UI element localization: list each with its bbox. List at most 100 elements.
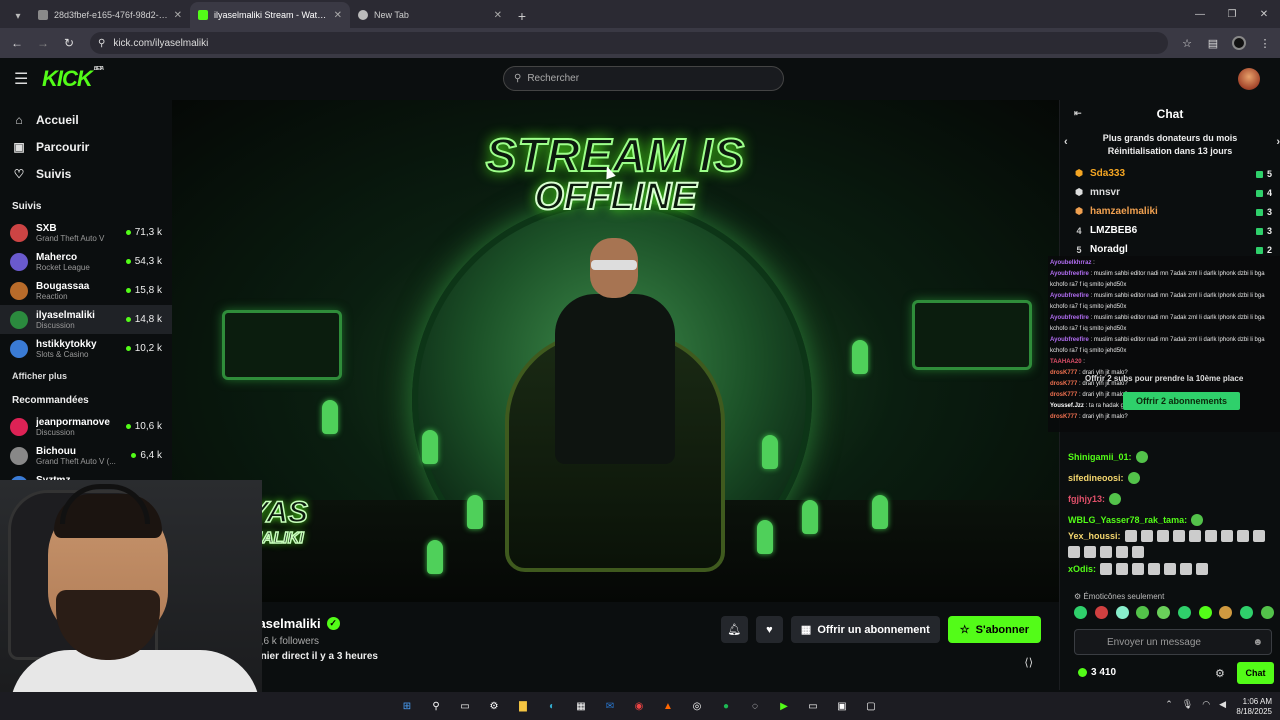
url-field[interactable]: ⚲ kick.com/ilyaselmaliki <box>90 32 1168 54</box>
nav-following[interactable]: ♡ Suivis <box>0 160 172 187</box>
kick-logo[interactable]: KICK BETA <box>42 66 104 92</box>
menu-dots-icon[interactable]: ⋮ <box>1256 34 1274 52</box>
emoji-picker-icon[interactable]: ☻ <box>1252 637 1263 648</box>
app-icon-a[interactable]: ▲ <box>659 697 677 715</box>
chat-username[interactable]: WBLG_Yasser78_rak_tama: <box>1068 515 1187 525</box>
search-icon[interactable]: ⚲ <box>427 697 445 715</box>
chat-username[interactable]: sifedineoosi: <box>1068 473 1124 483</box>
edge-icon[interactable]: ◐ <box>543 697 561 715</box>
channel-category: Discussion <box>36 427 75 437</box>
collapse-chat-icon[interactable]: ⇤ <box>1074 108 1082 119</box>
store-icon[interactable]: ▦ <box>572 697 590 715</box>
donor-row[interactable]: ⬢ hamzaelmaliki 3 <box>1060 202 1280 221</box>
app-icon-box[interactable]: ▭ <box>804 697 822 715</box>
search-input[interactable]: ⚲ Rechercher <box>503 66 784 91</box>
chat-username[interactable]: Shinigamii_01: <box>1068 452 1132 462</box>
donor-row[interactable]: 4 LMZBEB6 3 <box>1060 221 1280 240</box>
chevron-right-icon[interactable]: › <box>1276 136 1280 149</box>
emote-icon[interactable] <box>1074 606 1087 619</box>
emote-icon[interactable] <box>1240 606 1254 619</box>
user-avatar[interactable] <box>1238 68 1260 90</box>
notification-bell-button[interactable]: 🔔︎ <box>720 616 748 643</box>
close-window-icon[interactable]: ✕ <box>1248 0 1280 28</box>
sidebar-channel[interactable]: ilyaselmaliki Discussion 14,8 k <box>0 305 172 334</box>
chat-message[interactable]: sifedineoosi: <box>1068 467 1278 488</box>
browser-tab-1[interactable]: 28d3fbef-e165-476f-98d2-66ec ✕ <box>30 2 190 28</box>
chat-send-button[interactable]: Chat <box>1237 662 1274 684</box>
app-icon-play[interactable]: ▶ <box>775 697 793 715</box>
outlook-icon[interactable]: ✉ <box>601 697 619 715</box>
chat-message[interactable]: WBLG_Yasser78_rak_tama: <box>1068 509 1278 530</box>
chat-username[interactable]: fgjhjy13: <box>1068 494 1105 504</box>
chat-message[interactable]: xOdis: <box>1068 558 1278 579</box>
gift-subs-button[interactable]: Offrir 2 abonnements <box>1123 392 1240 410</box>
emote-icon[interactable] <box>1157 606 1171 619</box>
subscribe-button[interactable]: ☆ S'abonner <box>947 616 1041 643</box>
minimize-icon[interactable]: — <box>1184 0 1216 28</box>
wifi-icon[interactable]: ◠ <box>1202 699 1210 710</box>
share-icon[interactable]: ⟨⟩ <box>1024 656 1033 669</box>
maximize-icon[interactable]: ❐ <box>1216 0 1248 28</box>
spotify-icon[interactable]: ● <box>717 697 735 715</box>
emote-icon[interactable] <box>1177 606 1191 619</box>
browser-tab-3[interactable]: New Tab ✕ <box>350 2 510 28</box>
reload-icon[interactable]: ↻ <box>58 32 80 54</box>
emote-icon[interactable] <box>1260 606 1274 619</box>
windows-start-icon[interactable]: ⊞ <box>398 697 416 715</box>
donor-row[interactable]: ⬢ mnsvr 4 <box>1060 183 1280 202</box>
chat-message[interactable]: fgjhjy13: <box>1068 488 1278 509</box>
task-view-icon[interactable]: ▭ <box>456 697 474 715</box>
chat-settings-icon[interactable]: ⚙ <box>1215 667 1225 680</box>
hamburger-menu-icon[interactable]: ☰ <box>14 69 34 89</box>
profile-icon[interactable] <box>1230 34 1248 52</box>
sidebar-channel[interactable]: jeanpormanove Discussion 10,6 k <box>0 412 172 441</box>
chrome-icon[interactable]: ◉ <box>630 697 648 715</box>
overlay-chat-line: TAAHAA20 : <box>1050 357 1278 368</box>
app-icon-monitor[interactable]: ▣ <box>833 697 851 715</box>
new-tab-icon[interactable]: + <box>510 4 534 28</box>
emote-icon[interactable] <box>1115 606 1129 619</box>
chat-message[interactable]: Shinigamii_01: <box>1068 446 1278 467</box>
nav-home[interactable]: ⌂ Accueil <box>0 106 172 133</box>
browser-tab-2[interactable]: ilyaselmaliki Stream - Watch Live ✕ <box>190 2 350 28</box>
emote-icon[interactable] <box>1219 606 1233 619</box>
emote-icon[interactable] <box>1136 606 1150 619</box>
chat-username[interactable]: xOdis: <box>1068 564 1096 574</box>
tab-search-icon[interactable]: ▾ <box>6 4 30 28</box>
app-icon-window[interactable]: ▢ <box>862 697 880 715</box>
channel-points[interactable]: 3 410 <box>1078 667 1116 678</box>
sidebar-channel[interactable]: hstikkytokky Slots & Casino 10,2 k <box>0 334 172 363</box>
show-more-link[interactable]: Afficher plus <box>0 371 172 381</box>
sidebar-channel[interactable]: Maherco Rocket League 54,3 k <box>0 247 172 276</box>
app-icon-circle[interactable]: ◌ <box>746 697 764 715</box>
forward-icon[interactable]: → <box>32 32 54 54</box>
steam-icon[interactable]: ◎ <box>688 697 706 715</box>
chat-message[interactable]: Yex_houssi: <box>1068 530 1278 558</box>
settings-icon[interactable]: ⚙ <box>485 697 503 715</box>
emote-icon[interactable] <box>1198 606 1212 619</box>
bookmark-star-icon[interactable]: ☆ <box>1178 34 1196 52</box>
chevron-left-icon[interactable]: ‹ <box>1064 136 1068 149</box>
follow-heart-button[interactable]: ♥ <box>755 616 783 643</box>
nav-browse[interactable]: ▣ Parcourir <box>0 133 172 160</box>
close-tab-icon[interactable]: ✕ <box>494 10 502 21</box>
extensions-icon[interactable]: ▤ <box>1204 34 1222 52</box>
close-tab-icon[interactable]: ✕ <box>174 10 182 21</box>
sidebar-channel[interactable]: Bougassaa Reaction 15,8 k <box>0 276 172 305</box>
donor-row[interactable]: ⬢ Sda333 5 <box>1060 164 1280 183</box>
gift-sub-button[interactable]: ▦ Offrir un abonnement <box>790 616 940 643</box>
sidebar-channel[interactable]: SXB Grand Theft Auto V 71,3 k <box>0 218 172 247</box>
file-explorer-icon[interactable]: ▇ <box>514 697 532 715</box>
sidebar-channel[interactable]: Bichouu Grand Theft Auto V (... 6,4 k <box>0 441 172 470</box>
close-tab-icon[interactable]: ✕ <box>334 10 342 21</box>
back-icon[interactable]: ← <box>6 32 28 54</box>
chat-message-input[interactable]: Envoyer un message ☻ <box>1074 629 1272 655</box>
mic-icon[interactable]: 🎙︎ <box>1182 699 1193 710</box>
emote-icon[interactable] <box>1094 606 1108 619</box>
tray-chevron-icon[interactable]: ⌃ <box>1165 699 1173 710</box>
chat-username[interactable]: Yex_houssi: <box>1068 531 1121 541</box>
video-player[interactable]: STREAM IS OFFLINE ILYAS ELMALIKI <box>172 100 1059 602</box>
volume-icon[interactable]: ◀ <box>1219 699 1226 710</box>
site-info-icon[interactable]: ⚲ <box>98 38 105 49</box>
taskbar-clock[interactable]: 1:06 AM 8/18/2025 <box>1236 697 1272 717</box>
